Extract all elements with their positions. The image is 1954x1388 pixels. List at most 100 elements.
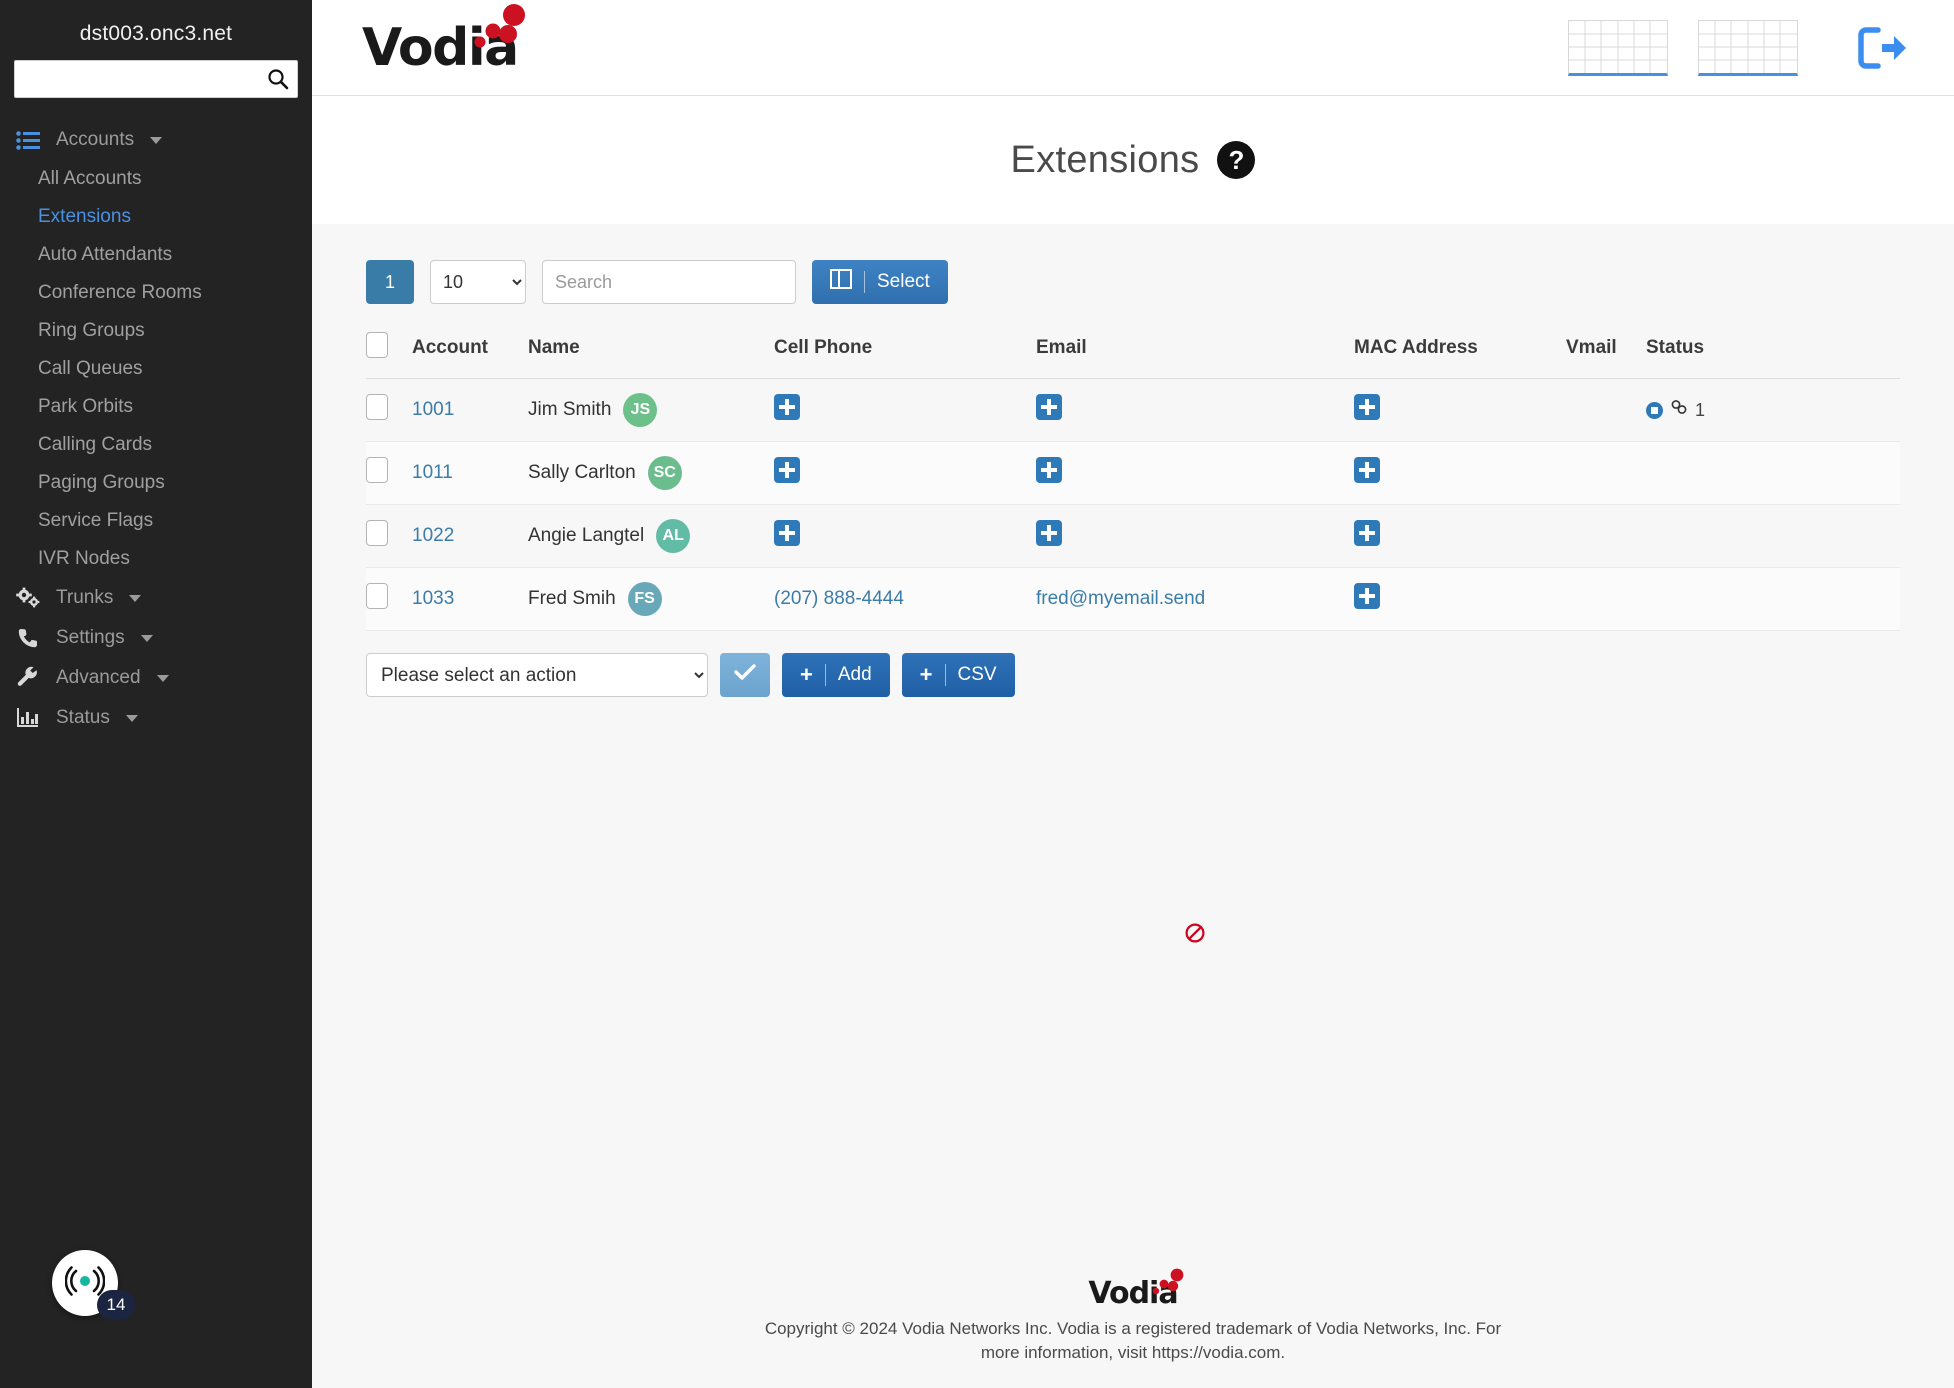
cell-name: Angie Langtel AL <box>528 504 774 568</box>
column-header-status[interactable]: Status <box>1646 322 1900 379</box>
column-header-account[interactable]: Account <box>412 322 528 379</box>
name-text: Sally Carlton <box>528 462 636 483</box>
row-select-cell <box>366 567 412 631</box>
chevron-down-icon <box>125 714 138 722</box>
stop-circle-icon[interactable] <box>1646 401 1663 419</box>
broadcast-fab-wrap: 14 <box>52 1250 148 1346</box>
button-divider <box>864 271 865 293</box>
link-icon[interactable] <box>1670 399 1688 421</box>
row-checkbox[interactable] <box>366 583 388 609</box>
cell-account: 1033 <box>412 567 528 631</box>
chevron-down-icon <box>150 136 163 144</box>
table-toolbar: 1 10 Select <box>366 260 1900 304</box>
cell-phone-link[interactable]: (207) 888-4444 <box>774 588 904 609</box>
topbar: Vodia <box>312 0 1954 96</box>
add-mac-address-button[interactable] <box>1354 457 1380 483</box>
sidebar-item-auto-attendants[interactable]: Auto Attendants <box>0 236 312 274</box>
vodia-logo: Vodia <box>362 3 525 74</box>
add-mac-address-button[interactable] <box>1354 583 1380 609</box>
add-cell-phone-button[interactable] <box>774 457 800 483</box>
account-link[interactable]: 1001 <box>412 399 454 420</box>
sidebar-group-accounts[interactable]: Accounts <box>0 120 312 160</box>
select-columns-button[interactable]: Select <box>812 260 948 304</box>
footer: Vodia Copyright © 2024 Vodia Networks In… <box>312 1268 1954 1366</box>
check-icon <box>734 663 756 687</box>
account-link[interactable]: 1022 <box>412 525 454 546</box>
logout-icon[interactable] <box>1856 25 1908 71</box>
sidebar: dst003.onc3.net Accounts All Accounts Ex… <box>0 0 312 1388</box>
cell-status <box>1646 441 1900 505</box>
sidebar-item-conference-rooms[interactable]: Conference Rooms <box>0 274 312 312</box>
row-checkbox[interactable] <box>366 457 388 483</box>
cell-mac-address <box>1354 567 1566 631</box>
topbar-icons <box>1568 19 1908 76</box>
avatar: JS <box>623 393 658 427</box>
sidebar-item-all-accounts[interactable]: All Accounts <box>0 160 312 198</box>
grid-icon[interactable] <box>1568 19 1668 76</box>
add-email-button[interactable] <box>1036 520 1062 546</box>
sidebar-item-calling-cards[interactable]: Calling Cards <box>0 426 312 464</box>
account-link[interactable]: 1033 <box>412 588 454 609</box>
account-link[interactable]: 1011 <box>412 462 453 483</box>
cell-account: 1022 <box>412 504 528 568</box>
name-text: Jim Smith <box>528 399 612 420</box>
cell-vmail <box>1566 378 1646 442</box>
cell-status <box>1646 567 1900 631</box>
add-cell-phone-button[interactable] <box>774 520 800 546</box>
action-select[interactable]: Please select an action <box>366 653 708 697</box>
column-header-name[interactable]: Name <box>528 322 774 379</box>
sidebar-item-park-orbits[interactable]: Park Orbits <box>0 388 312 426</box>
search-input[interactable] <box>542 260 796 304</box>
add-mac-address-button[interactable] <box>1354 394 1380 420</box>
sidebar-group-label: Accounts <box>56 129 135 150</box>
cell-cell-phone <box>774 504 1036 568</box>
add-email-button[interactable] <box>1036 457 1062 483</box>
name-text: Fred Smih <box>528 588 616 609</box>
select-all-checkbox[interactable] <box>366 332 388 358</box>
sidebar-group-settings[interactable]: Settings <box>0 618 312 658</box>
sidebar-item-paging-groups[interactable]: Paging Groups <box>0 464 312 502</box>
search-icon[interactable] <box>266 67 290 91</box>
sidebar-search-wrap <box>0 60 312 98</box>
column-header-mac-address[interactable]: MAC Address <box>1354 322 1566 379</box>
column-header-cell-phone[interactable]: Cell Phone <box>774 322 1036 379</box>
sidebar-group-advanced[interactable]: Advanced <box>0 658 312 698</box>
footer-copyright: Copyright © 2024 Vodia Networks Inc. Vod… <box>764 1318 1502 1363</box>
column-header-vmail[interactable]: Vmail <box>1566 322 1646 379</box>
name-wrap: Sally Carlton SC <box>528 456 774 490</box>
csv-button[interactable]: + CSV <box>901 653 1015 697</box>
table-body: 1001 Jim Smith JS 1 1011 Sally Carlton S… <box>366 378 1900 631</box>
sidebar-item-ring-groups[interactable]: Ring Groups <box>0 312 312 350</box>
page-number-button[interactable]: 1 <box>366 260 414 304</box>
question-mark-icon[interactable]: ? <box>1217 141 1256 179</box>
grid-icon[interactable] <box>1698 19 1798 76</box>
add-mac-address-button[interactable] <box>1354 520 1380 546</box>
sidebar-item-service-flags[interactable]: Service Flags <box>0 502 312 540</box>
button-divider <box>824 664 826 686</box>
gears-icon <box>14 587 42 609</box>
sidebar-item-ivr-nodes[interactable]: IVR Nodes <box>0 540 312 578</box>
app-root: dst003.onc3.net Accounts All Accounts Ex… <box>0 0 1954 1388</box>
sidebar-group-label: Status <box>56 707 110 728</box>
sidebar-search-input[interactable] <box>14 60 298 98</box>
table-row: 1022 Angie Langtel AL <box>366 504 1900 568</box>
sidebar-group-trunks[interactable]: Trunks <box>0 578 312 618</box>
no-drop-cursor-icon <box>1184 922 1206 944</box>
row-checkbox[interactable] <box>366 520 388 546</box>
per-page-select[interactable]: 10 <box>430 260 526 304</box>
add-email-button[interactable] <box>1036 394 1062 420</box>
sidebar-item-extensions[interactable]: Extensions <box>0 198 312 236</box>
sidebar-group-status[interactable]: Status <box>0 698 312 738</box>
columns-icon <box>830 269 852 295</box>
column-header-email[interactable]: Email <box>1036 322 1354 379</box>
table-row: 1033 Fred Smih FS (207) 888-4444 fred@my… <box>366 567 1900 631</box>
apply-action-button[interactable] <box>720 653 770 697</box>
sidebar-item-call-queues[interactable]: Call Queues <box>0 350 312 388</box>
row-checkbox[interactable] <box>366 394 388 420</box>
bulk-actions-bar: Please select an action + Add + CSV <box>366 653 1900 697</box>
cell-name: Sally Carlton SC <box>528 441 774 505</box>
add-cell-phone-button[interactable] <box>774 394 800 420</box>
add-button[interactable]: + Add <box>782 653 890 697</box>
cell-vmail <box>1566 567 1646 631</box>
email-link[interactable]: fred@myemail.send <box>1036 588 1205 609</box>
